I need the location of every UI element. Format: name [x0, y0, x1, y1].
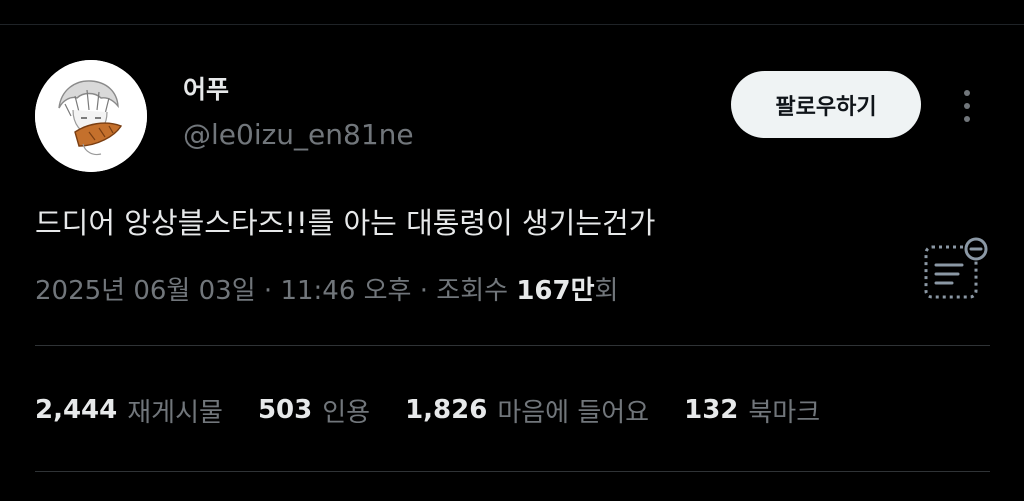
likes-count: 1,826 — [405, 395, 488, 425]
engagement-stats: 2,444 재게시물 503 인용 1,826 마음에 들어요 132 북마크 — [35, 390, 855, 430]
views-prefix: 조회수 — [436, 276, 509, 306]
follow-button[interactable]: 팔로우하기 — [731, 71, 921, 138]
views-count: 167만 — [516, 276, 595, 306]
user-handle[interactable]: @le0izu_en81ne — [183, 118, 414, 152]
divider — [35, 345, 990, 346]
community-notes-icon[interactable] — [918, 237, 990, 303]
bookmarks-label: 북마크 — [748, 397, 821, 428]
reposts-label: 재게시물 — [127, 397, 223, 428]
meta-separator: · — [419, 276, 429, 306]
tweet-meta: 2025년 06월 03일 · 11:46 오후 · 조회수 167만회 — [35, 273, 618, 309]
reposts-count: 2,444 — [35, 395, 118, 425]
more-dot — [964, 90, 970, 96]
quotes-label: 인용 — [322, 397, 371, 428]
bookmarks-stat[interactable]: 132 북마크 — [684, 392, 820, 429]
divider — [35, 471, 990, 472]
likes-stat[interactable]: 1,826 마음에 들어요 — [405, 392, 649, 429]
more-dot — [964, 103, 970, 109]
tweet-time[interactable]: 11:46 오후 — [280, 276, 411, 306]
quotes-count: 503 — [257, 395, 313, 425]
more-vertical-icon[interactable] — [950, 84, 984, 128]
display-name[interactable]: 어푸 — [183, 75, 229, 105]
reposts-stat[interactable]: 2,444 재게시물 — [35, 392, 223, 429]
meta-separator: · — [263, 276, 273, 306]
likes-label: 마음에 들어요 — [497, 397, 650, 428]
tweet-date[interactable]: 2025년 06월 03일 — [35, 276, 256, 306]
more-dot — [964, 116, 970, 122]
views-suffix: 회 — [594, 276, 619, 306]
avatar[interactable] — [35, 60, 147, 172]
quotes-stat[interactable]: 503 인용 — [258, 392, 370, 429]
tweet-text: 드디어 앙상블스타즈!!를 아는 대통령이 생기는건가 — [35, 206, 656, 240]
avatar-illustration — [35, 60, 147, 172]
top-divider — [0, 24, 1024, 25]
bookmarks-count: 132 — [684, 395, 739, 425]
